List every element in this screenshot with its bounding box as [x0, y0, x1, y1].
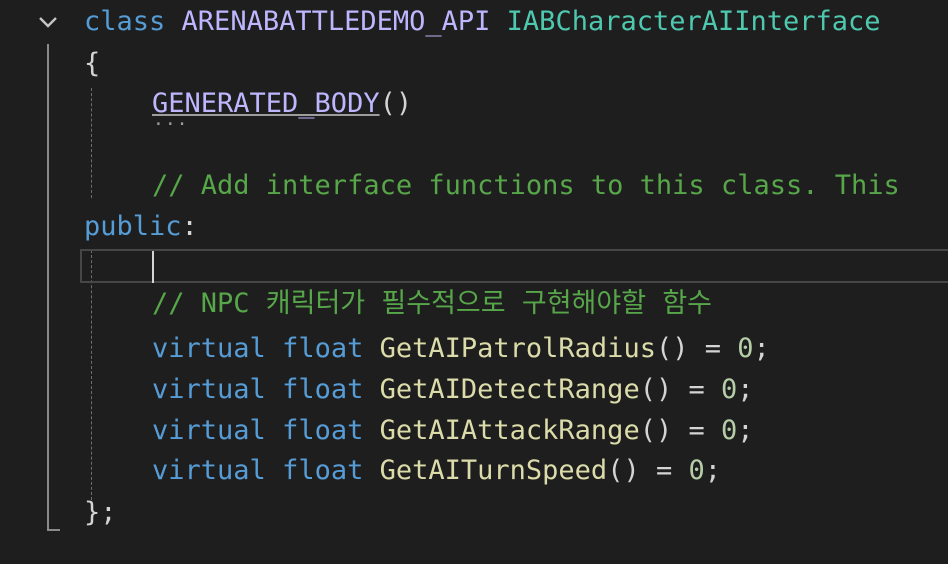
- function-suffix: () =: [639, 374, 721, 405]
- indent-guide: [91, 88, 92, 198]
- public-keyword: public: [84, 211, 182, 242]
- open-brace: {: [84, 48, 101, 79]
- public-colon: :: [181, 211, 198, 242]
- function-end: ;: [737, 415, 754, 446]
- current-line-highlight: [80, 249, 948, 283]
- function-suffix: () =: [655, 333, 738, 364]
- code-line-function[interactable]: virtual float GetAITurnSpeed() = 0;: [152, 451, 721, 491]
- float-keyword: float: [282, 455, 364, 486]
- text-caret: [152, 251, 154, 283]
- function-value: 0: [737, 333, 754, 364]
- function-suffix: () =: [607, 455, 689, 486]
- function-end: ;: [704, 455, 721, 486]
- function-value: 0: [720, 415, 738, 446]
- class-name: IABCharacterAIInterface: [506, 6, 881, 37]
- virtual-keyword: virtual: [152, 374, 266, 405]
- code-line-function[interactable]: virtual float GetAIPatrolRadius() = 0;: [152, 329, 770, 369]
- code-line-comment-npc[interactable]: // NPC 캐릭터가 필수적으로 구현해야할 함수: [152, 284, 712, 324]
- api-macro: ARENABATTLEDEMO_API: [181, 6, 491, 37]
- function-end: ;: [753, 333, 770, 364]
- function-name: GetAITurnSpeed: [379, 455, 608, 486]
- function-name: GetAIPatrolRadius: [379, 333, 656, 364]
- function-end: ;: [737, 374, 754, 405]
- code-line-class-declaration[interactable]: class ARENABATTLEDEMO_API IABCharacterAI…: [84, 2, 881, 42]
- generated-body-parens: (): [379, 88, 413, 119]
- scope-guide-end: [47, 529, 60, 531]
- class-keyword: class: [84, 6, 166, 37]
- virtual-keyword: virtual: [152, 415, 266, 446]
- ellipsis-indicator: ...: [153, 109, 189, 130]
- function-value: 0: [688, 455, 705, 486]
- scope-guide-line: [47, 44, 49, 531]
- virtual-keyword: virtual: [152, 333, 266, 364]
- code-line-open-brace[interactable]: {: [84, 44, 100, 84]
- code-line-generated-body[interactable]: GENERATED_BODY(): [152, 84, 412, 124]
- chevron-down-icon[interactable]: [36, 10, 60, 34]
- comment-npc: // NPC 캐릭터가 필수적으로 구현해야할 함수: [152, 288, 712, 319]
- code-line-close-brace[interactable]: };: [84, 493, 117, 533]
- virtual-keyword: virtual: [152, 455, 266, 486]
- indent-guide: [91, 250, 92, 500]
- comment-add-interface: // Add interface functions to this class…: [152, 170, 900, 201]
- function-name: GetAIAttackRange: [379, 415, 640, 446]
- float-keyword: float: [282, 415, 364, 446]
- code-line-function[interactable]: virtual float GetAIDetectRange() = 0;: [152, 370, 754, 410]
- function-suffix: () =: [639, 415, 721, 446]
- code-line-public[interactable]: public:: [84, 207, 198, 247]
- close-brace: };: [84, 497, 117, 528]
- float-keyword: float: [282, 374, 364, 405]
- code-line-comment-add[interactable]: // Add interface functions to this class…: [152, 166, 900, 206]
- function-value: 0: [720, 374, 738, 405]
- code-editor[interactable]: class ARENABATTLEDEMO_API IABCharacterAI…: [0, 0, 948, 564]
- function-name: GetAIDetectRange: [379, 374, 640, 405]
- code-line-function[interactable]: virtual float GetAIAttackRange() = 0;: [152, 411, 754, 451]
- float-keyword: float: [282, 333, 364, 364]
